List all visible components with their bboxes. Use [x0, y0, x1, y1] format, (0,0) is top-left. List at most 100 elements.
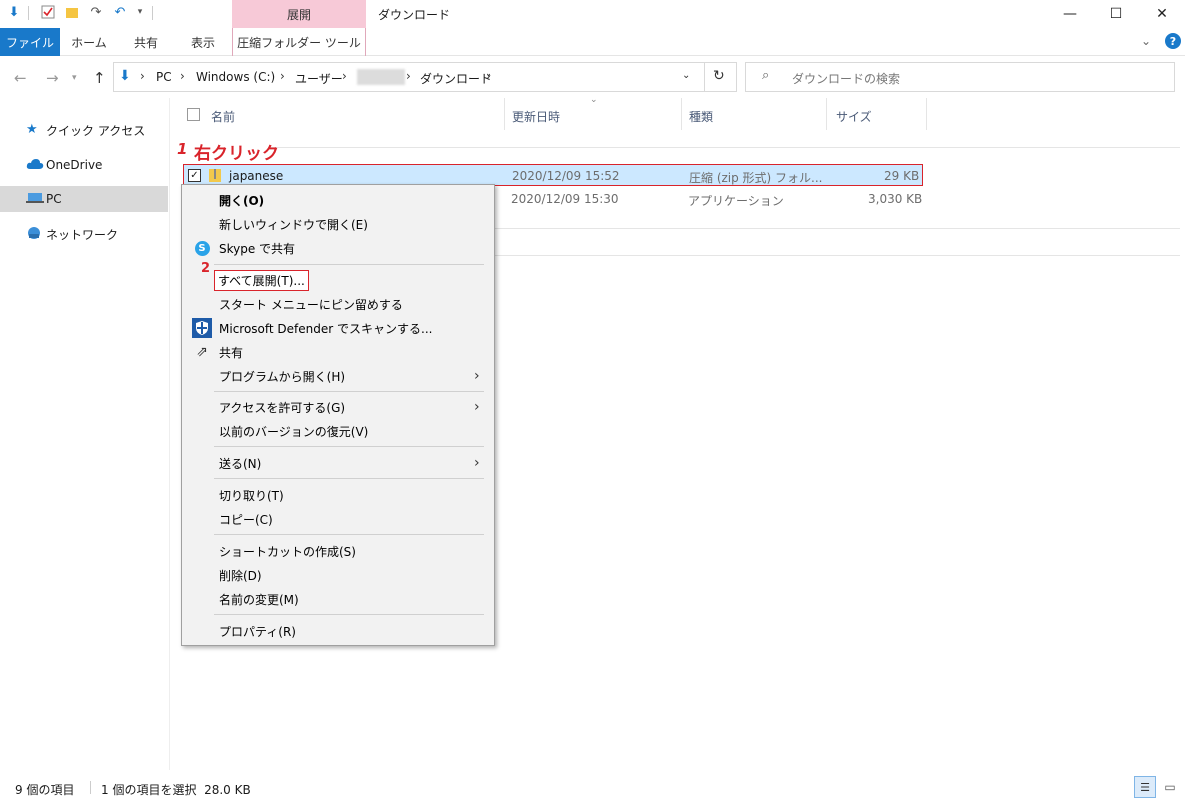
- cloud-icon: [26, 158, 44, 172]
- chevron-right-icon: ›: [140, 69, 145, 83]
- close-button[interactable]: ✕: [1139, 0, 1185, 28]
- item-count: 9 個の項目: [15, 783, 75, 797]
- navigation-pane: ★ クイック アクセス OneDrive PC ネットワーク: [0, 98, 170, 770]
- menu-item-label: すべて展開(T)...: [214, 269, 309, 291]
- menu-item-label: Skype で共有: [219, 241, 296, 256]
- divider: [90, 781, 91, 794]
- file-modified: 2020/12/09 15:52: [512, 169, 620, 183]
- up-arrow-icon[interactable]: ↑: [93, 69, 106, 87]
- column-header-name[interactable]: 名前: [211, 108, 235, 125]
- column-header-type[interactable]: 種類: [689, 108, 713, 125]
- properties-icon[interactable]: [40, 4, 56, 20]
- menu-item-send-to[interactable]: 送る(N) ›: [182, 451, 494, 475]
- tab-share[interactable]: 共有: [120, 28, 172, 56]
- chevron-right-icon: ›: [180, 69, 185, 83]
- skype-icon: S: [192, 238, 212, 258]
- select-all-checkbox[interactable]: [187, 108, 200, 121]
- row-checkbox[interactable]: ✓: [188, 169, 201, 182]
- sidebar-item-onedrive[interactable]: OneDrive: [0, 152, 168, 178]
- menu-item-label: Microsoft Defender でスキャンする...: [219, 321, 433, 336]
- column-separator[interactable]: [826, 98, 827, 130]
- forward-arrow-icon[interactable]: →: [46, 69, 59, 87]
- menu-item-defender-scan[interactable]: Microsoft Defender でスキャンする...: [182, 316, 494, 340]
- tab-home[interactable]: ホーム: [62, 28, 116, 56]
- column-separator[interactable]: [926, 98, 927, 130]
- sidebar-item-network[interactable]: ネットワーク: [0, 221, 168, 247]
- file-size: 29 KB: [884, 169, 920, 183]
- download-arrow-icon: ⬇: [8, 4, 20, 20]
- blurred-username[interactable]: [357, 69, 405, 85]
- annotation-step1-number: 1: [177, 140, 188, 158]
- help-icon[interactable]: ?: [1165, 33, 1181, 49]
- menu-separator: [214, 534, 484, 535]
- menu-item-give-access[interactable]: アクセスを許可する(G) ›: [182, 395, 494, 419]
- column-header-modified[interactable]: 更新日時: [512, 108, 560, 125]
- redo-icon[interactable]: ↷: [88, 4, 104, 20]
- tab-view[interactable]: 表示: [176, 28, 230, 56]
- menu-item-open-new-window[interactable]: 新しいウィンドウで開く(E): [182, 212, 494, 236]
- menu-item-extract-all[interactable]: すべて展開(T)...: [182, 268, 494, 292]
- menu-item-skype-share[interactable]: S Skype で共有: [182, 236, 494, 260]
- menu-item-copy[interactable]: コピー(C): [182, 507, 494, 531]
- new-folder-icon[interactable]: [64, 4, 80, 20]
- large-icons-view-icon[interactable]: ▭: [1159, 776, 1181, 798]
- address-bar[interactable]: ⬇ › PC › Windows (C:) › ユーザー › › ダウンロード …: [113, 62, 737, 92]
- menu-item-label: 名前の変更(M): [219, 592, 299, 607]
- defender-shield-icon: [192, 318, 212, 338]
- menu-item-open[interactable]: 開く(O): [182, 188, 494, 212]
- expand-ribbon-icon[interactable]: ⌄: [1141, 34, 1151, 48]
- sort-indicator-icon: ⌄: [590, 95, 598, 105]
- breadcrumb-downloads[interactable]: ダウンロード: [420, 70, 492, 87]
- details-view-icon[interactable]: ☰: [1134, 776, 1156, 798]
- file-row-selected[interactable]: ✓ japanese 2020/12/09 15:52 圧縮 (zip 形式) …: [183, 164, 923, 186]
- address-dropdown-icon[interactable]: ⌄: [682, 70, 690, 81]
- ribbon-tabs: ファイル ホーム 共有 表示 圧縮フォルダー ツール ⌄ ?: [0, 28, 1185, 56]
- tab-compressed-folder-tools[interactable]: 圧縮フォルダー ツール: [232, 28, 366, 56]
- menu-item-create-shortcut[interactable]: ショートカットの作成(S): [182, 539, 494, 563]
- sidebar-item-label: クイック アクセス: [46, 123, 146, 138]
- sidebar-item-label: PC: [46, 192, 62, 206]
- chevron-right-icon: ›: [474, 368, 480, 384]
- menu-item-label: 新しいウィンドウで開く(E): [219, 217, 368, 232]
- menu-item-rename[interactable]: 名前の変更(M): [182, 587, 494, 611]
- menu-item-label: ショートカットの作成(S): [219, 544, 356, 559]
- breadcrumb-users[interactable]: ユーザー: [295, 70, 343, 87]
- group-divider: [495, 228, 1180, 229]
- menu-separator: [214, 264, 484, 265]
- menu-separator: [214, 614, 484, 615]
- menu-item-delete[interactable]: 削除(D): [182, 563, 494, 587]
- search-box[interactable]: ⌕ ダウンロードの検索: [745, 62, 1175, 92]
- file-type: 圧縮 (zip 形式) フォル...: [689, 171, 823, 185]
- selection-info: 1 個の項目を選択 28.0 KB: [101, 783, 251, 797]
- file-modified: 2020/12/09 15:30: [511, 192, 619, 206]
- column-separator[interactable]: [681, 98, 682, 130]
- recent-locations-icon[interactable]: ▾: [72, 73, 77, 83]
- sidebar-item-quick-access[interactable]: ★ クイック アクセス: [0, 117, 168, 143]
- maximize-button[interactable]: ☐: [1093, 0, 1139, 28]
- column-header-size[interactable]: サイズ: [836, 108, 872, 125]
- sidebar-item-label: ネットワーク: [46, 227, 119, 242]
- menu-item-restore-versions[interactable]: 以前のバージョンの復元(V): [182, 419, 494, 443]
- download-folder-icon: ⬇: [119, 68, 131, 84]
- search-placeholder: ダウンロードの検索: [792, 72, 901, 86]
- undo-icon[interactable]: ↶: [112, 4, 128, 20]
- column-separator[interactable]: [504, 98, 505, 130]
- menu-item-properties[interactable]: プロパティ(R): [182, 619, 494, 643]
- breadcrumb-windows-c[interactable]: Windows (C:): [196, 70, 275, 84]
- breadcrumb-pc[interactable]: PC: [156, 70, 172, 84]
- customize-toolbar-icon[interactable]: ▾: [132, 4, 148, 20]
- tab-file[interactable]: ファイル: [0, 28, 60, 56]
- minimize-button[interactable]: —: [1047, 0, 1093, 28]
- refresh-icon[interactable]: ↻: [713, 68, 725, 84]
- menu-item-open-with[interactable]: プログラムから開く(H) ›: [182, 364, 494, 388]
- menu-item-cut[interactable]: 切り取り(T): [182, 483, 494, 507]
- menu-item-share[interactable]: ⇗ 共有: [182, 340, 494, 364]
- menu-item-pin-start[interactable]: スタート メニューにピン留めする: [182, 292, 494, 316]
- chevron-right-icon: ›: [342, 69, 347, 83]
- menu-item-label: プログラムから開く(H): [219, 369, 346, 384]
- menu-item-label: コピー(C): [219, 512, 273, 527]
- menu-item-label: 送る(N): [219, 456, 262, 471]
- file-name: japanese: [229, 169, 284, 183]
- sidebar-item-pc[interactable]: PC: [0, 186, 168, 212]
- back-arrow-icon[interactable]: ←: [14, 69, 27, 87]
